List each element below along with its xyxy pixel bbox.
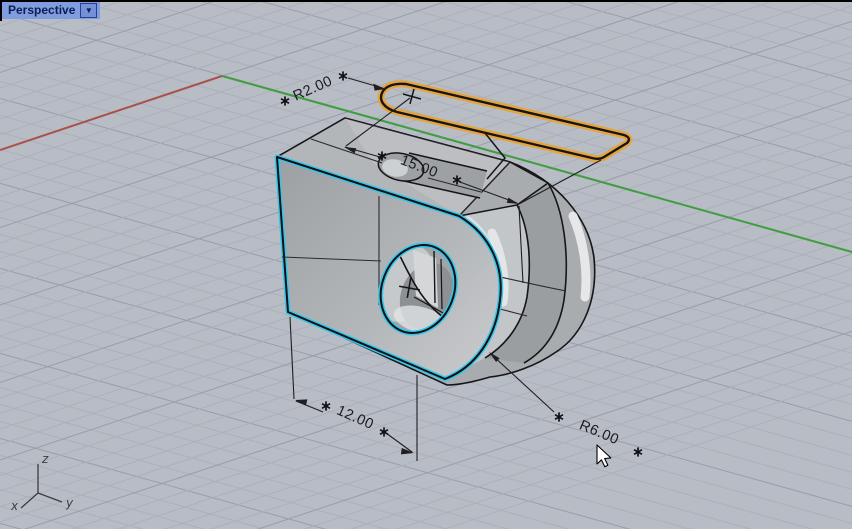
gizmo-y-label: y xyxy=(65,496,74,510)
cplane-x-axis xyxy=(0,76,222,150)
dimension-grip[interactable] xyxy=(380,427,388,436)
rhino-perspective-viewport[interactable]: R2.00 15.00 12.00 R6.00 xyxy=(0,0,852,529)
gizmo-z-label: z xyxy=(41,452,49,466)
viewport-title: Perspective xyxy=(8,2,75,19)
viewport-menu-dropdown[interactable]: ▼ xyxy=(80,3,97,18)
dimension-text: 12.00 xyxy=(334,403,376,433)
mouse-cursor xyxy=(597,445,611,467)
chevron-down-icon: ▼ xyxy=(85,6,93,15)
gizmo-x-axis xyxy=(21,493,38,508)
viewport-top-border xyxy=(0,0,852,2)
dimension-text: R2.00 xyxy=(291,73,335,104)
dimension-grip[interactable] xyxy=(634,447,642,456)
viewport-canvas[interactable]: R2.00 15.00 12.00 R6.00 xyxy=(0,0,852,529)
dimension-text: R6.00 xyxy=(577,417,621,448)
gizmo-x-label: x xyxy=(10,499,19,513)
clevis-solid[interactable] xyxy=(277,118,595,385)
viewport-tab[interactable]: Perspective ▼ xyxy=(2,2,100,19)
